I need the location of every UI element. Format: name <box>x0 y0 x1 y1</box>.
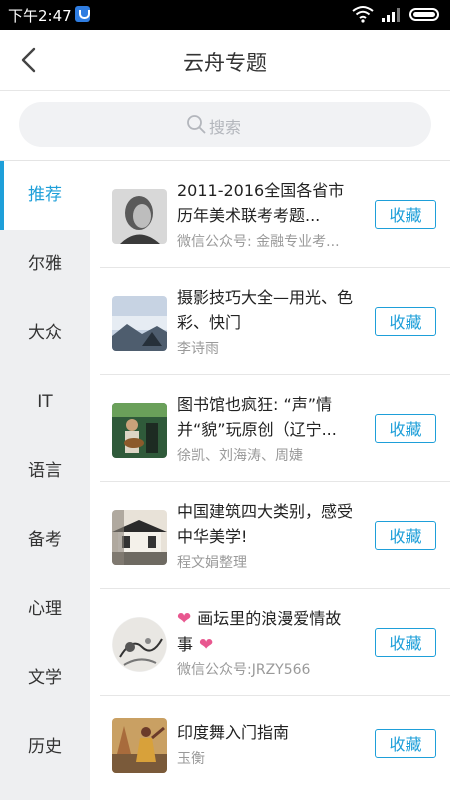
item-subtitle: 徐凯、刘海涛、周婕 <box>177 448 303 464</box>
item-title: ❤ 画坛里的浪漫爱情故事 ❤ <box>177 606 357 656</box>
sidebar-item-popular[interactable]: 大众 <box>0 299 90 368</box>
sidebar-item-recommend[interactable]: 推荐 <box>0 161 90 230</box>
collect-button[interactable]: 收藏 <box>375 307 436 336</box>
item-thumbnail <box>112 510 167 565</box>
shield-icon <box>75 6 90 22</box>
page-title: 云舟专题 <box>183 51 267 75</box>
item-subtitle: 玉衡 <box>177 751 205 767</box>
list-item[interactable]: 印度舞入门指南 玉衡 收藏 <box>100 696 450 800</box>
collect-button[interactable]: 收藏 <box>375 200 436 229</box>
item-thumbnail <box>112 617 167 672</box>
item-thumbnail <box>112 296 167 351</box>
item-subtitle: 程文娟整理 <box>177 555 247 571</box>
list-item[interactable]: 中国建筑四大类别，感受中华美学! 程文娟整理 收藏 <box>100 482 450 589</box>
heart-icon: ❤ <box>199 635 214 655</box>
item-subtitle: 李诗雨 <box>177 341 219 357</box>
signal-icon <box>382 8 400 22</box>
sidebar-item-literature[interactable]: 文学 <box>0 644 90 713</box>
status-bar: 下午2:47 <box>0 0 450 30</box>
item-title: 中国建筑四大类别，感受中华美学! <box>177 502 354 546</box>
collect-button[interactable]: 收藏 <box>375 521 436 550</box>
sidebar-item-history[interactable]: 历史 <box>0 713 90 782</box>
sidebar-item-psychology[interactable]: 心理 <box>0 575 90 644</box>
header-bar: 云舟专题 <box>0 30 450 91</box>
item-subtitle: 微信公众号: 金融专业考... <box>177 234 340 250</box>
wifi-icon <box>352 6 374 23</box>
collect-button[interactable]: 收藏 <box>375 414 436 443</box>
list-item[interactable]: 2011-2016全国各省市历年美术联考考题... 微信公众号: 金融专业考..… <box>100 161 450 268</box>
item-title: 图书馆也疯狂: “声”情并“貌”玩原创（辽宁... <box>177 395 337 439</box>
collect-button[interactable]: 收藏 <box>375 729 436 758</box>
item-title: 摄影技巧大全—用光、色彩、快门 <box>177 288 354 332</box>
sidebar-item-it[interactable]: IT <box>0 368 90 437</box>
sidebar-item-exam-prep[interactable]: 备考 <box>0 506 90 575</box>
sidebar-item-language[interactable]: 语言 <box>0 437 90 506</box>
status-time: 下午2:47 <box>8 7 72 25</box>
search-icon <box>187 115 206 134</box>
item-subtitle: 微信公众号:JRZY566 <box>177 662 311 678</box>
collect-button[interactable]: 收藏 <box>375 628 436 657</box>
battery-icon <box>409 8 439 21</box>
list-item[interactable]: ❤ 画坛里的浪漫爱情故事 ❤ 微信公众号:JRZY566 收藏 <box>100 589 450 696</box>
item-thumbnail <box>112 403 167 458</box>
sidebar-item-erya[interactable]: 尔雅 <box>0 230 90 299</box>
item-title: 2011-2016全国各省市历年美术联考考题... <box>177 181 345 225</box>
search-input[interactable]: 搜索 <box>19 102 431 147</box>
search-area: 搜索 <box>0 91 450 160</box>
category-sidebar: 推荐 尔雅 大众 IT 语言 备考 心理 文学 历史 <box>0 161 90 800</box>
item-thumbnail <box>112 718 167 773</box>
list-item[interactable]: 摄影技巧大全—用光、色彩、快门 李诗雨 收藏 <box>100 268 450 375</box>
search-placeholder: 搜索 <box>209 118 242 137</box>
item-thumbnail <box>112 189 167 244</box>
heart-icon: ❤ <box>177 609 192 629</box>
list-item[interactable]: 图书馆也疯狂: “声”情并“貌”玩原创（辽宁... 徐凯、刘海涛、周婕 收藏 <box>100 375 450 482</box>
item-title: 印度舞入门指南 <box>177 723 290 742</box>
